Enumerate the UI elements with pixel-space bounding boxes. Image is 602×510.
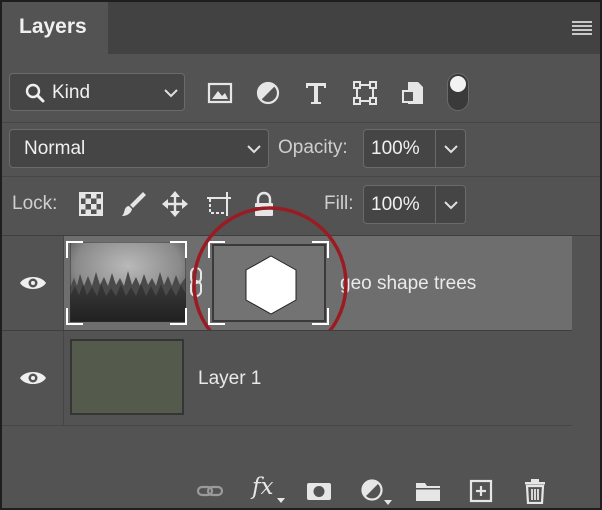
selection-corner — [66, 241, 83, 258]
lock-position-move-icon[interactable] — [161, 190, 189, 218]
divider — [2, 122, 600, 123]
triangle-down-icon — [277, 498, 285, 503]
layer-thumbnail-solid[interactable] — [70, 339, 184, 415]
tab-layers[interactable]: Layers — [2, 2, 108, 56]
opacity-dropdown-button[interactable] — [436, 129, 466, 168]
filter-kind-label: Kind — [52, 82, 91, 103]
adjustment-circle-icon — [361, 479, 383, 501]
blend-mode-value: Normal — [24, 138, 86, 159]
selection-corner — [170, 308, 187, 325]
chevron-down-icon — [444, 145, 458, 154]
layer-style-fx-button[interactable]: fx — [252, 474, 286, 504]
layer-name[interactable]: Layer 1 — [198, 368, 261, 390]
divider — [2, 425, 572, 426]
lock-label: Lock: — [12, 193, 58, 214]
filter-toggle[interactable] — [447, 73, 469, 111]
scrollbar-track[interactable] — [572, 236, 600, 426]
type-filter-icon[interactable] — [302, 79, 330, 107]
visibility-toggle[interactable] — [2, 236, 64, 330]
chevron-down-icon — [247, 145, 261, 154]
fx-label: fx — [252, 474, 274, 500]
shape-filter-icon[interactable] — [351, 79, 379, 107]
smart-object-filter-icon[interactable] — [400, 79, 428, 107]
layer-name[interactable]: geo shape trees — [340, 273, 476, 295]
layer-thumbnail-forest[interactable] — [70, 242, 186, 322]
eye-icon — [20, 277, 46, 289]
opacity-label: Opacity: — [278, 137, 348, 158]
fill-value: 100% — [371, 194, 420, 215]
layer-row-layer-1[interactable]: Layer 1 — [2, 331, 572, 425]
blend-mode-select[interactable]: Normal — [9, 129, 269, 168]
panel-header: Layers — [2, 2, 600, 56]
add-mask-icon[interactable] — [305, 478, 333, 504]
divider — [2, 176, 600, 177]
visibility-toggle[interactable] — [2, 331, 64, 425]
panel-menu-icon[interactable] — [572, 21, 592, 35]
fill-input[interactable]: 100% — [363, 185, 436, 224]
fill-dropdown-button[interactable] — [436, 185, 466, 224]
lock-image-pixels-brush-icon[interactable] — [119, 190, 147, 218]
new-adjustment-layer-button[interactable] — [360, 478, 394, 508]
toggle-knob — [450, 76, 466, 92]
adjustment-filter-icon[interactable] — [254, 79, 282, 107]
search-icon — [25, 83, 45, 103]
layers-bottom-toolbar — [2, 468, 600, 508]
selection-corner — [66, 308, 83, 325]
filter-kind-select[interactable]: Kind — [9, 73, 185, 111]
chevron-down-icon — [444, 201, 458, 210]
opacity-value: 100% — [371, 138, 420, 159]
lock-transparent-pixels-icon[interactable] — [77, 190, 105, 218]
tab-label: Layers — [19, 15, 87, 38]
opacity-input[interactable]: 100% — [363, 129, 436, 168]
delete-layer-trash-icon[interactable] — [521, 478, 549, 504]
image-filter-icon[interactable] — [206, 79, 234, 107]
new-layer-icon[interactable] — [467, 478, 495, 504]
eye-icon — [20, 372, 46, 384]
chevron-down-icon — [164, 89, 178, 98]
new-group-folder-icon[interactable] — [414, 478, 442, 504]
link-layers-icon[interactable] — [196, 478, 224, 504]
selection-corner — [170, 241, 187, 258]
triangle-down-icon — [384, 500, 392, 505]
